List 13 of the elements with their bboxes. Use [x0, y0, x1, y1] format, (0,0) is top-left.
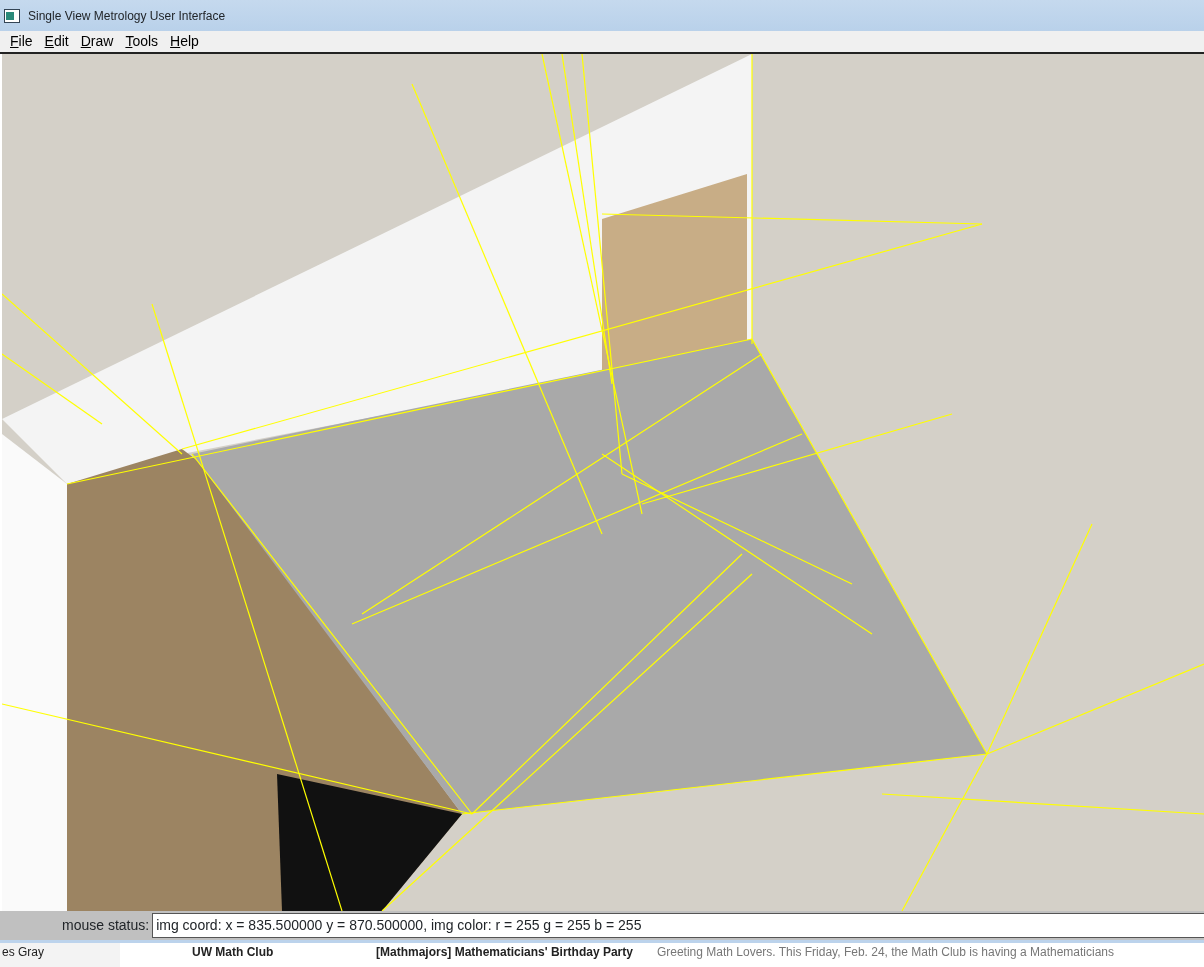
email-sender: UW Math Club — [192, 944, 275, 961]
menu-item[interactable]: Tools — [119, 30, 165, 53]
menu-item[interactable]: Draw — [74, 30, 120, 53]
menu-item[interactable]: File — [4, 30, 39, 53]
app-icon — [4, 8, 20, 23]
status-label: mouse status: — [61, 916, 151, 935]
window-title: Single View Metrology User Interface — [28, 7, 226, 25]
menu-item[interactable]: Edit — [38, 30, 75, 53]
email-subject: [Mathmajors] Mathematicians' Birthday Party — [376, 944, 633, 961]
email-snippet: Greeting Math Lovers. This Friday, Feb. 24, the Math Club is having a Mathematicians — [656, 944, 1115, 961]
status-field: img coord: x = 835.500000 y = 870.500000, img color: r = 255 g = 255 b = 255 — [152, 913, 1204, 938]
menu-item[interactable]: Help — [164, 30, 205, 53]
sidebar-item: es Gray — [2, 945, 44, 959]
